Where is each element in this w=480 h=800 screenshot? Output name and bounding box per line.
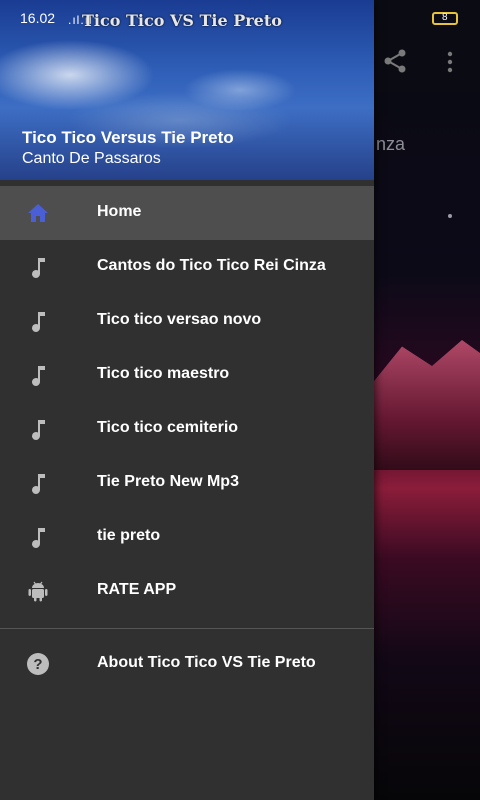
menu-item-versao-novo[interactable]: Tico tico versao novo bbox=[0, 294, 374, 348]
menu-item-label: Home bbox=[97, 203, 142, 220]
music-note-icon bbox=[32, 366, 45, 386]
menu-item-label: Tico tico maestro bbox=[97, 365, 230, 382]
status-app-title: Tico Tico VS Tie Preto bbox=[82, 11, 282, 30]
music-note-icon bbox=[32, 528, 45, 548]
menu-item-rate-app[interactable]: RATE APP bbox=[0, 564, 374, 618]
menu-item-label: Cantos do Tico Tico Rei Cinza bbox=[97, 257, 326, 274]
menu-item-label: About Tico Tico VS Tie Preto bbox=[97, 654, 316, 671]
menu-item-cantos-rei-cinza[interactable]: Cantos do Tico Tico Rei Cinza bbox=[0, 240, 374, 294]
menu-item-home[interactable]: Home bbox=[0, 186, 374, 240]
menu-item-label: Tico tico versao novo bbox=[97, 311, 262, 328]
menu-item-label: Tico tico cemiterio bbox=[97, 419, 239, 436]
menu-item-label: tie preto bbox=[97, 527, 161, 544]
drawer-title: Tico Tico Versus Tie Preto bbox=[22, 128, 234, 147]
help-icon: ? bbox=[27, 653, 49, 675]
drawer-menu: Home Cantos do Tico Tico Rei Cinza Tico … bbox=[0, 186, 374, 691]
navigation-drawer: Tico Tico Versus Tie Preto Canto De Pass… bbox=[0, 0, 374, 800]
menu-item-tie-preto-new-mp3[interactable]: Tie Preto New Mp3 bbox=[0, 456, 374, 510]
menu-item-label: RATE APP bbox=[97, 581, 177, 598]
menu-item-label: Tie Preto New Mp3 bbox=[97, 473, 239, 490]
android-icon bbox=[28, 581, 48, 602]
status-time: 16.02 bbox=[20, 10, 56, 26]
battery-icon: 8 bbox=[432, 12, 458, 25]
background-partial-text: nza bbox=[376, 134, 406, 154]
menu-item-tie-preto[interactable]: tie preto bbox=[0, 510, 374, 564]
menu-divider bbox=[0, 628, 374, 629]
status-bar: 16.02 .ıl.ıl Tico Tico VS Tie Preto 8 bbox=[0, 0, 480, 32]
svg-text:?: ? bbox=[33, 656, 42, 673]
menu-item-about[interactable]: ? About Tico Tico VS Tie Preto bbox=[0, 637, 374, 691]
music-note-icon bbox=[32, 258, 45, 278]
menu-item-maestro[interactable]: Tico tico maestro bbox=[0, 348, 374, 402]
drawer-subtitle: Canto De Passaros bbox=[22, 150, 161, 167]
battery-level: 8 bbox=[442, 12, 448, 23]
menu-item-cemiterio[interactable]: Tico tico cemiterio bbox=[0, 402, 374, 456]
music-note-icon bbox=[32, 312, 45, 332]
more-vert-icon[interactable] bbox=[442, 50, 458, 74]
music-note-icon bbox=[32, 474, 45, 494]
background-dot bbox=[448, 214, 452, 218]
music-note-icon bbox=[32, 420, 45, 440]
home-icon bbox=[28, 204, 48, 222]
share-icon[interactable] bbox=[382, 48, 408, 74]
